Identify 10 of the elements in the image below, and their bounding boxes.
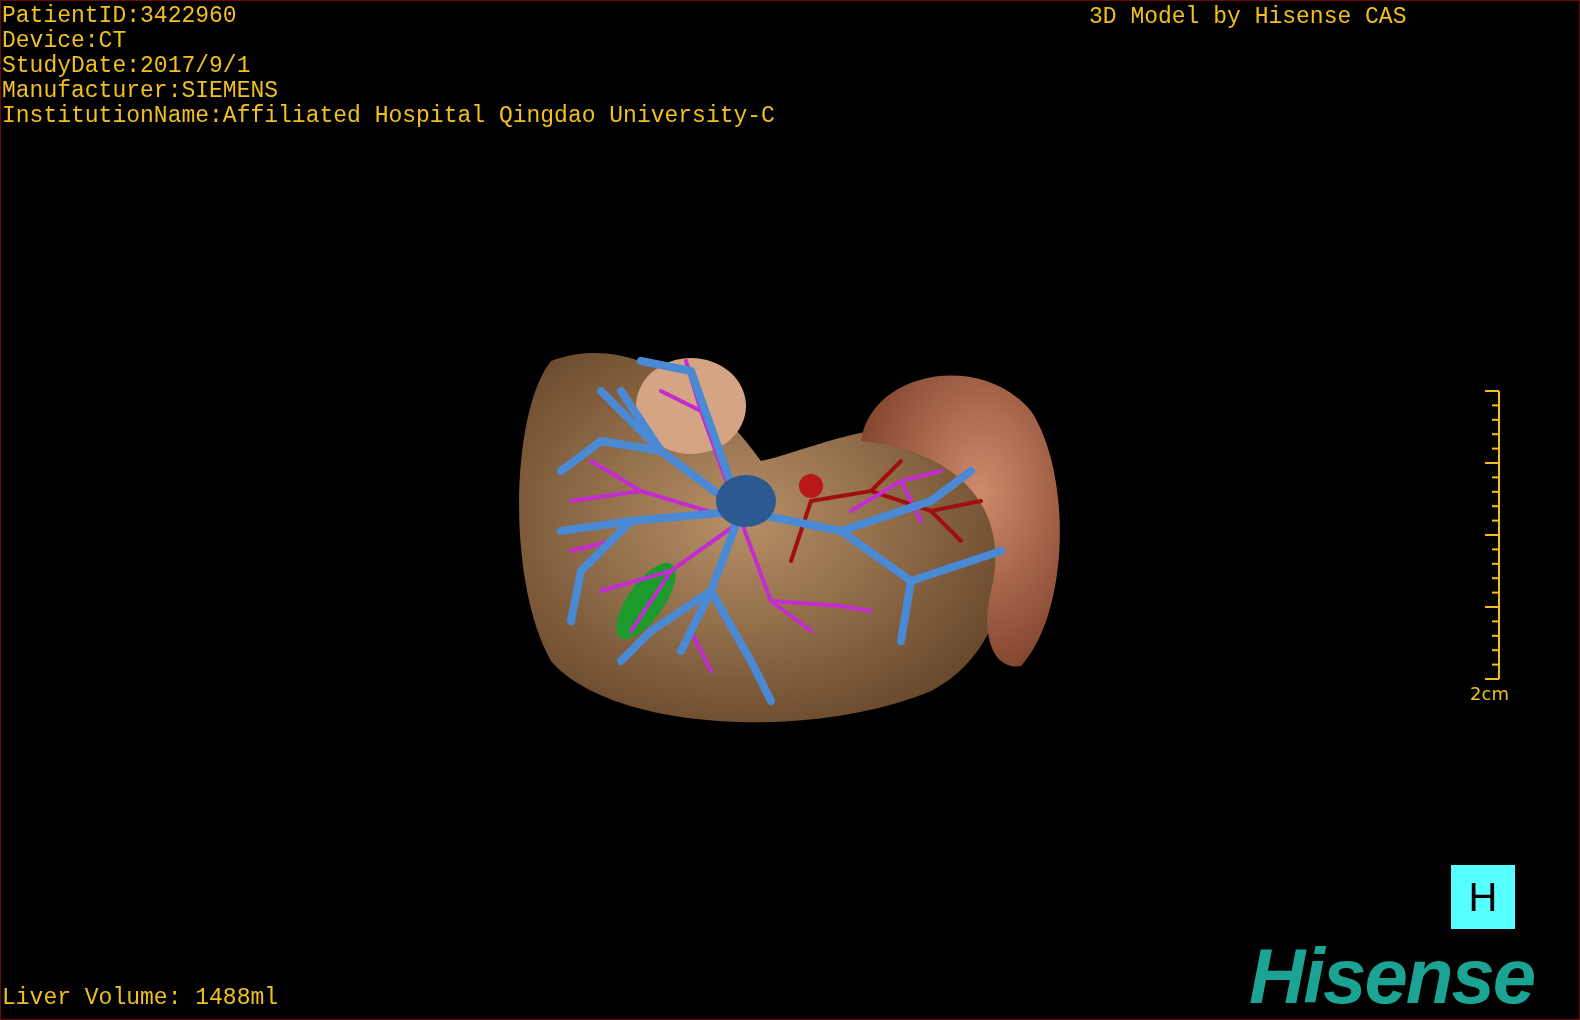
patient-info-text: PatientID:3422960	[2, 4, 237, 29]
patient-info-text: Device:CT	[2, 29, 127, 54]
patient-info-text: InstitutionName:Affiliated Hospital Qingdao University-C	[2, 104, 775, 129]
model-title: 3D Model by Hisense CAS	[1089, 5, 1407, 30]
patient-info-text: Manufacturer:SIEMENS	[2, 79, 279, 104]
orientation-marker: H	[1451, 865, 1515, 929]
logo-text: Hisense	[1249, 936, 1535, 1016]
patient-info-text: StudyDate:2017/9/1	[2, 54, 251, 79]
liver-volume-text: Liver Volume: 1488ml	[2, 986, 279, 1011]
scale-label: 2cm	[1470, 683, 1509, 705]
